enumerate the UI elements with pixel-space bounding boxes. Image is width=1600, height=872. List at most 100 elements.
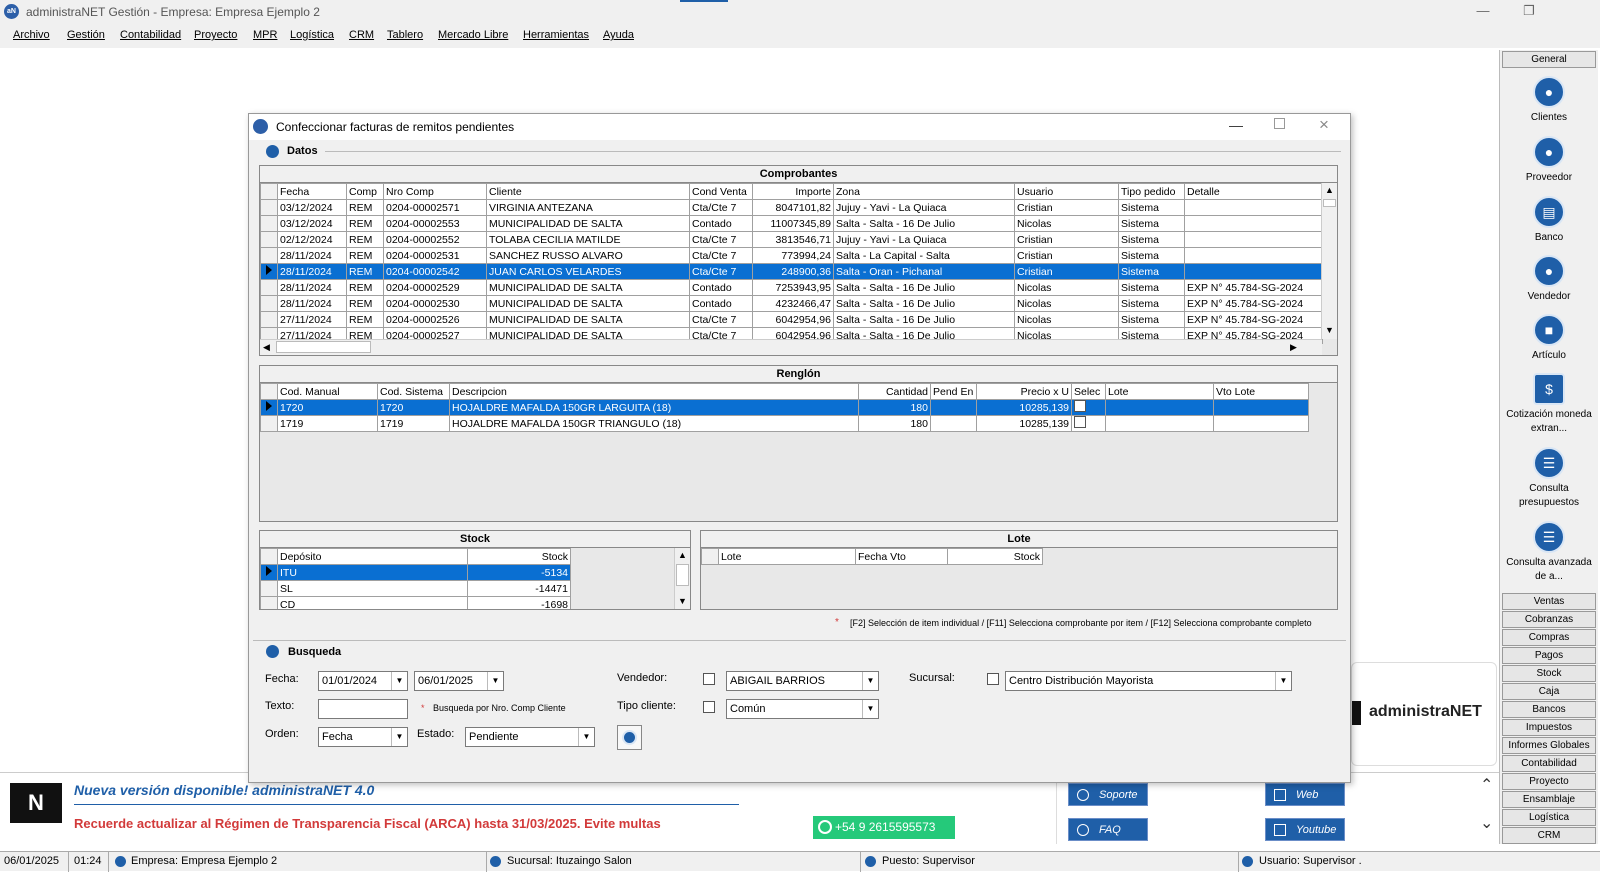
table-cell[interactable]: REM xyxy=(346,311,384,328)
row-indicator[interactable] xyxy=(260,215,278,232)
rp-section-5[interactable]: Caja xyxy=(1502,683,1596,700)
table-cell[interactable]: REM xyxy=(346,215,384,232)
new-version-link[interactable]: Nueva versión disponible! administraNET … xyxy=(74,782,374,798)
col-zona[interactable]: Zona xyxy=(833,183,1015,200)
texto-input[interactable] xyxy=(318,699,408,719)
table-cell[interactable]: 180 xyxy=(858,415,931,432)
col-fecha-vto[interactable]: Fecha Vto xyxy=(855,548,948,565)
rp-item-banco[interactable]: ▤ Banco xyxy=(1502,196,1596,245)
table-cell[interactable]: Salta - Salta - 16 De Julio xyxy=(833,295,1015,312)
whatsapp-button[interactable]: +54 9 2615595573 xyxy=(813,816,955,839)
table-cell[interactable]: MUNICIPALIDAD DE SALTA xyxy=(486,311,690,328)
row-indicator[interactable] xyxy=(260,263,278,280)
table-cell[interactable]: 0204-00002542 xyxy=(383,263,487,280)
table-row[interactable]: SL -14471 xyxy=(260,580,571,597)
rp-section-3[interactable]: Pagos xyxy=(1502,647,1596,664)
table-cell[interactable]: Sistema xyxy=(1118,295,1185,312)
table-cell[interactable]: 4232466,47 xyxy=(752,295,834,312)
table-cell[interactable] xyxy=(1071,415,1106,432)
table-cell[interactable]: REM xyxy=(346,231,384,248)
table-cell[interactable]: 8047101,82 xyxy=(752,199,834,216)
table-cell[interactable]: 1720 xyxy=(377,399,450,416)
menu-proyecto[interactable]: Proyecto xyxy=(194,29,237,41)
table-cell[interactable]: 0204-00002531 xyxy=(383,247,487,264)
table-cell[interactable] xyxy=(1184,215,1323,232)
table-cell[interactable] xyxy=(930,399,977,416)
dialog-minimize-icon[interactable]: — xyxy=(1229,117,1243,133)
table-cell[interactable]: MUNICIPALIDAD DE SALTA xyxy=(486,295,690,312)
row-indicator[interactable] xyxy=(260,279,278,296)
col-tipo-pedido[interactable]: Tipo pedido xyxy=(1118,183,1185,200)
rp-section-12[interactable]: Logística xyxy=(1502,809,1596,826)
table-cell[interactable]: 180 xyxy=(858,399,931,416)
rp-item-cotizacion[interactable]: $ Cotización moneda extran... xyxy=(1502,373,1596,436)
col-lote[interactable]: Lote xyxy=(718,548,856,565)
table-cell[interactable]: 248900,36 xyxy=(752,263,834,280)
table-cell[interactable]: Sistema xyxy=(1118,311,1185,328)
banner-scroll-down-icon[interactable]: ⌄ xyxy=(1480,813,1493,833)
rp-item-proveedor[interactable]: ● Proveedor xyxy=(1502,136,1596,185)
table-cell[interactable]: 0204-00002552 xyxy=(383,231,487,248)
table-cell[interactable] xyxy=(1071,399,1106,416)
col-cond-venta[interactable]: Cond Venta xyxy=(689,183,753,200)
table-cell[interactable]: 1719 xyxy=(277,415,378,432)
table-row[interactable]: 28/11/2024 REM 0204-00002542 JUAN CARLOS VE… xyxy=(260,263,1323,280)
soporte-button[interactable]: Soporte xyxy=(1068,783,1148,806)
table-cell[interactable]: Cta/Cte 7 xyxy=(689,231,753,248)
table-cell[interactable]: JUAN CARLOS VELARDES xyxy=(486,263,690,280)
table-cell[interactable]: 773994,24 xyxy=(752,247,834,264)
table-row[interactable]: 28/11/2024 REM 0204-00002531 SANCHEZ RUSSO … xyxy=(260,247,1323,264)
rp-item-clientes[interactable]: ● Clientes xyxy=(1502,76,1596,125)
col-descripcion[interactable]: Descripcion xyxy=(449,383,859,400)
rp-item-consulta-avanzada[interactable]: ☰ Consulta avanzada de a... xyxy=(1502,521,1596,584)
table-cell[interactable]: EXP N° 45.784-SG-2024 xyxy=(1184,279,1323,296)
rp-section-9[interactable]: Contabilidad xyxy=(1502,755,1596,772)
scroll-down-icon[interactable]: ▼ xyxy=(678,596,687,606)
orden-select[interactable]: Fecha ▼ xyxy=(318,727,408,747)
table-cell[interactable] xyxy=(1105,415,1214,432)
table-row[interactable]: ITU -5134 xyxy=(260,564,571,581)
table-cell[interactable] xyxy=(1105,399,1214,416)
table-row[interactable]: 03/12/2024 REM 0204-00002553 MUNICIPALIDAD … xyxy=(260,215,1323,232)
table-cell[interactable]: REM xyxy=(346,263,384,280)
chevron-down-icon[interactable]: ▼ xyxy=(862,700,878,718)
col-comp[interactable]: Comp xyxy=(346,183,384,200)
rp-section-10[interactable]: Proyecto xyxy=(1502,773,1596,790)
table-cell[interactable] xyxy=(1184,199,1323,216)
table-row[interactable]: CD -1698 xyxy=(260,596,571,609)
menu-contabilidad[interactable]: Contabilidad xyxy=(120,29,181,41)
table-cell[interactable]: 10285,139 xyxy=(976,415,1072,432)
table-cell[interactable]: Salta - Salta - 16 De Julio xyxy=(833,279,1015,296)
table-cell[interactable] xyxy=(1184,231,1323,248)
row-indicator[interactable] xyxy=(260,311,278,328)
chevron-down-icon[interactable]: ▼ xyxy=(487,672,503,690)
scroll-down-icon[interactable]: ▼ xyxy=(1325,325,1334,335)
table-cell[interactable]: 7253943,95 xyxy=(752,279,834,296)
row-indicator[interactable] xyxy=(260,580,278,597)
rp-section-0[interactable]: Ventas xyxy=(1502,593,1596,610)
table-cell[interactable] xyxy=(930,415,977,432)
table-cell[interactable]: Jujuy - Yavi - La Quiaca xyxy=(833,231,1015,248)
table-cell[interactable]: -5134 xyxy=(467,564,571,581)
table-cell[interactable] xyxy=(1213,399,1309,416)
table-cell[interactable]: REM xyxy=(346,295,384,312)
table-cell[interactable]: 03/12/2024 xyxy=(277,215,347,232)
row-indicator[interactable] xyxy=(260,596,278,609)
select-checkbox[interactable] xyxy=(1074,416,1086,428)
rp-section-13[interactable]: CRM xyxy=(1502,827,1596,844)
vendedor-select[interactable]: ABIGAIL BARRIOS ▼ xyxy=(726,671,879,691)
chevron-down-icon[interactable]: ▼ xyxy=(862,672,878,690)
table-cell[interactable]: ITU xyxy=(277,564,468,581)
youtube-button[interactable]: Youtube xyxy=(1265,818,1345,841)
search-button[interactable] xyxy=(617,725,642,750)
scroll-up-icon[interactable]: ▲ xyxy=(678,550,687,560)
col-cliente[interactable]: Cliente xyxy=(486,183,690,200)
web-button[interactable]: Web xyxy=(1265,783,1345,806)
row-indicator[interactable] xyxy=(260,564,278,581)
rp-item-articulo[interactable]: ■ Artículo xyxy=(1502,314,1596,363)
table-cell[interactable] xyxy=(1184,247,1323,264)
table-cell[interactable]: Contado xyxy=(689,295,753,312)
row-indicator[interactable] xyxy=(260,415,278,432)
menu-archivo[interactable]: Archivo xyxy=(13,29,50,41)
table-cell[interactable]: Contado xyxy=(689,279,753,296)
